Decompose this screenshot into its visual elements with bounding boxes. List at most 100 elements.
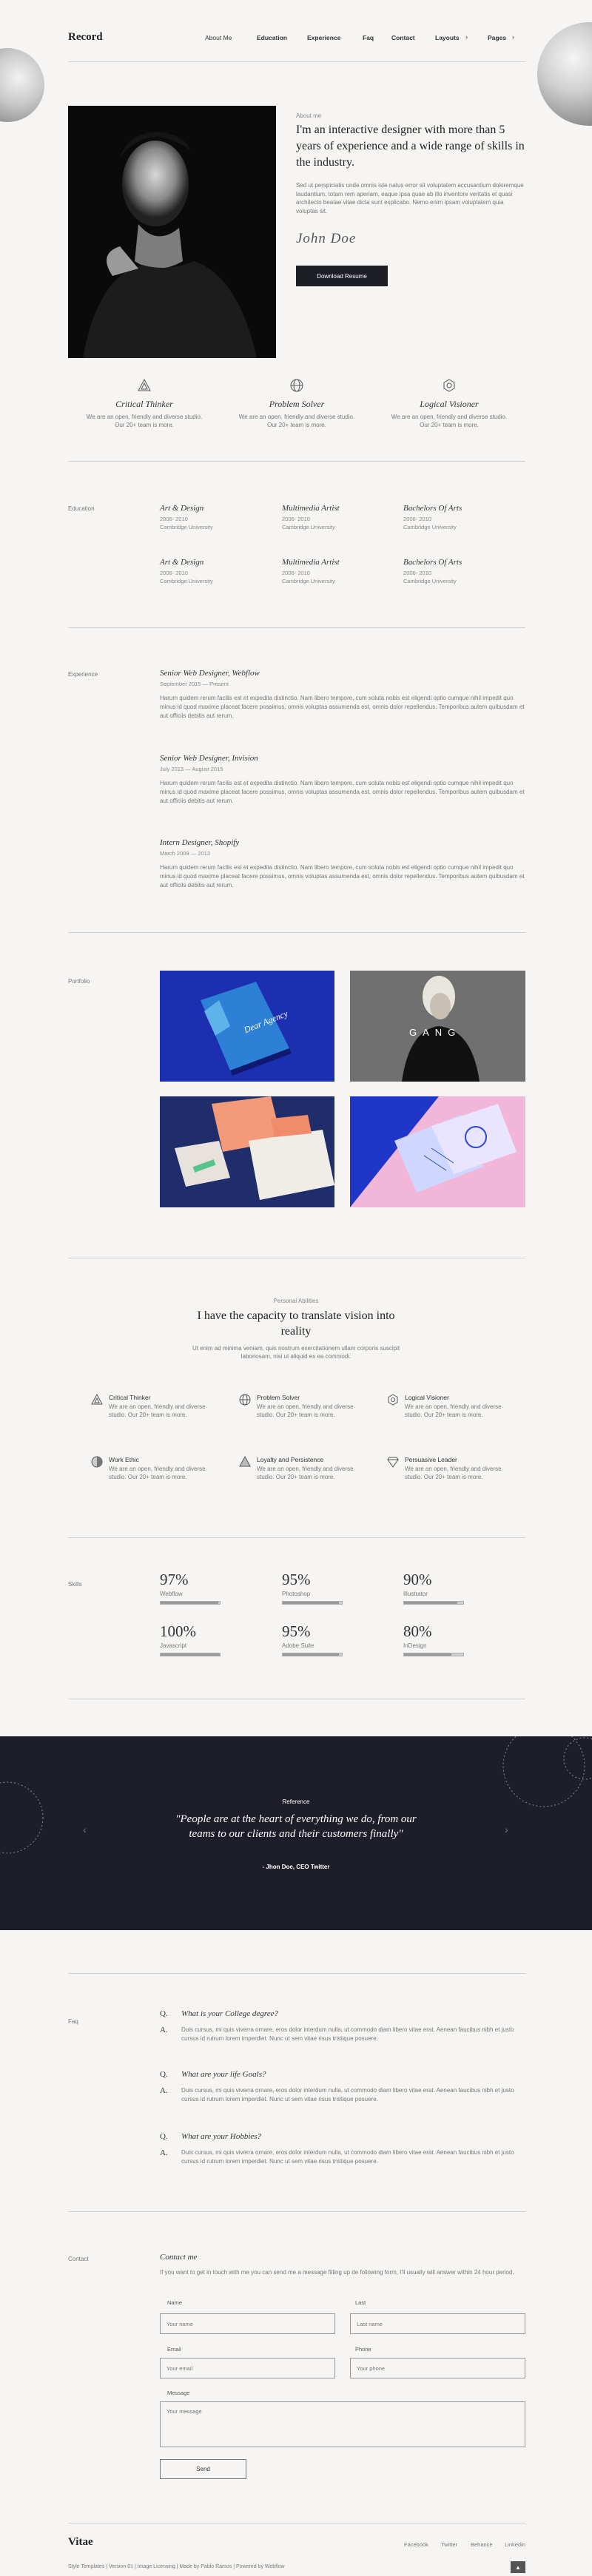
download-resume-button[interactable]: Download Resume (296, 266, 388, 286)
nav-education[interactable]: Education (257, 34, 287, 41)
footer-link-facebook[interactable]: Facebook (404, 2541, 428, 2548)
experience-desc: Harum quidem rerum facilis est et expedi… (160, 780, 525, 804)
experience-item: Intern Designer, Shopify March 2009 — 201… (160, 838, 525, 890)
send-button[interactable]: Send (160, 2459, 246, 2479)
experience-item: Senior Web Designer, Webflow September 20… (160, 669, 525, 721)
skill-bar-fill (404, 1602, 457, 1604)
skill-name: Illustrator (403, 1591, 428, 1597)
ability-desc: We are an open, friendly and diverse stu… (257, 1466, 354, 1480)
nav-pages[interactable]: Pages (488, 34, 506, 41)
education-item: Bachelors Of Arts 2006- 2010 Cambridge Uni… (403, 504, 514, 531)
last-name-input[interactable] (350, 2313, 525, 2334)
skill-name: Photoshop (282, 1591, 311, 1597)
reference-kicker: Reference (282, 1798, 310, 1805)
experience-label: Experience (68, 671, 98, 678)
globe-icon (290, 379, 303, 392)
nav-faq[interactable]: Faq (363, 34, 374, 41)
experience-title: Senior Web Designer, Webflow (160, 669, 260, 678)
footer-brand[interactable]: Vitae (68, 2536, 93, 2549)
experience-title: Senior Web Designer, Invision (160, 754, 258, 763)
faq-item[interactable]: Q. What are your Hobbies? A. Duis cursus, m… (160, 2132, 525, 2166)
nav-contact[interactable]: Contact (391, 34, 415, 41)
chevron-right-icon[interactable]: › (505, 1824, 508, 1835)
feature-desc: We are an open, friendly and diverse stu… (86, 414, 203, 428)
tile-caption: GANG (409, 1027, 462, 1038)
education-item: Art & Design 2006- 2010 Cambridge Universi… (160, 504, 271, 531)
nav-experience[interactable]: Experience (307, 34, 340, 41)
hero-headline: I'm an interactive designer with more th… (296, 124, 525, 169)
skill-bar (160, 1601, 221, 1605)
experience-dates: March 2009 — 2013 (160, 850, 210, 857)
diamond-icon (387, 1457, 399, 1468)
education-title: Bachelors Of Arts (403, 558, 462, 567)
experience-desc: Harum quidem rerum facilis est et expedi… (160, 695, 525, 719)
skill-bar-fill (161, 1653, 220, 1656)
skill-item: 90% Illustrator (403, 1571, 514, 1605)
ability-desc: We are an open, friendly and diverse stu… (405, 1466, 502, 1480)
skill-bar (282, 1653, 343, 1656)
divider (68, 2211, 525, 2212)
education-item: Multimedia Artist 2006- 2010 Cambridge Uni… (282, 504, 393, 531)
ability-title: Logical Visioner (405, 1394, 449, 1401)
feature-title: Critical Thinker (115, 399, 173, 409)
page: Record About Me Education Experience Faq… (0, 0, 592, 2576)
education-title: Multimedia Artist (282, 558, 340, 567)
skill-percent: 95% (282, 1622, 311, 1640)
divider (68, 1537, 525, 1538)
divider (68, 61, 525, 62)
hero-body: Sed ut perspiciatis unde omnis iste natu… (296, 182, 524, 215)
portrait-image (68, 106, 276, 358)
divider (68, 627, 525, 628)
phone-input[interactable] (350, 2358, 525, 2378)
message-textarea[interactable] (160, 2401, 525, 2447)
hexagon-icon (443, 379, 455, 392)
skill-item: 80% InDesign (403, 1622, 514, 1656)
chevron-left-icon[interactable]: ‹ (83, 1824, 87, 1835)
education-school: Cambridge University (282, 578, 335, 584)
ability-desc: We are an open, friendly and diverse stu… (109, 1466, 206, 1480)
portfolio-tile[interactable] (350, 1096, 525, 1207)
nav-layouts[interactable]: Layouts (435, 34, 460, 41)
feature-title: Logical Visioner (420, 399, 479, 409)
email-input[interactable] (160, 2358, 335, 2378)
back-to-top-icon[interactable]: ▲ (511, 2561, 525, 2573)
skill-percent: 100% (160, 1622, 196, 1640)
experience-item: Senior Web Designer, Invision July 2013 —… (160, 754, 525, 806)
skill-name: Javascript (160, 1642, 187, 1649)
ability-item: Critical Thinker We are an open, friendly… (91, 1394, 224, 1419)
ability-item: Loyalty and Persistence We are an open, f… (239, 1456, 372, 1481)
brand-logo[interactable]: Record (68, 31, 103, 44)
footer-link-behance[interactable]: Behance (471, 2541, 493, 2548)
footer-link-twitter[interactable]: Twitter (441, 2541, 457, 2548)
skills-label: Skills (68, 1581, 82, 1588)
ability-desc: We are an open, friendly and diverse stu… (109, 1403, 206, 1418)
abilities-heading: I have the capacity to translate vision … (197, 1309, 395, 1338)
education-years: 2006- 2010 (282, 570, 310, 576)
portfolio-tile[interactable]: GANG (350, 971, 525, 1082)
ability-title: Loyalty and Persistence (257, 1456, 324, 1463)
chevron-right-icon: › (465, 33, 468, 41)
skill-percent: 97% (160, 1571, 189, 1588)
education-item: Multimedia Artist 2006- 2010 Cambridge Uni… (282, 558, 393, 585)
education-title: Multimedia Artist (282, 504, 340, 513)
triangle-icon (138, 378, 151, 391)
contact-intro: If you want to get in touch with me you … (160, 2269, 514, 2276)
feature-critical-thinker: Critical Thinker We are an open, friendl… (81, 378, 207, 429)
education-title: Art & Design (160, 504, 204, 513)
portfolio-tile[interactable] (160, 1096, 334, 1207)
skill-name: InDesign (403, 1642, 427, 1649)
faq-answer: Duis cursus, mi quis viverra ornare, ero… (181, 2087, 514, 2103)
contact-title: Contact me (160, 2253, 198, 2262)
portfolio-tile[interactable]: Dear Agency (160, 971, 334, 1082)
nav-about-me[interactable]: About Me (205, 34, 232, 41)
name-label: Name (167, 2299, 183, 2306)
triangle-icon (239, 1456, 251, 1467)
footer-link-linkedin[interactable]: Linkedin (505, 2541, 525, 2548)
faq-item[interactable]: Q. What are your life Goals? A. Duis cursus… (160, 2070, 525, 2104)
email-label: Email (167, 2346, 181, 2353)
reference-quote: "People are at the heart of everything w… (175, 1813, 417, 1840)
signature: John Doe (296, 231, 357, 246)
skill-item: 100% Javascript (160, 1622, 271, 1656)
faq-item[interactable]: Q. What is your College degree? A. Duis cur… (160, 2009, 525, 2043)
name-input[interactable] (160, 2313, 335, 2334)
